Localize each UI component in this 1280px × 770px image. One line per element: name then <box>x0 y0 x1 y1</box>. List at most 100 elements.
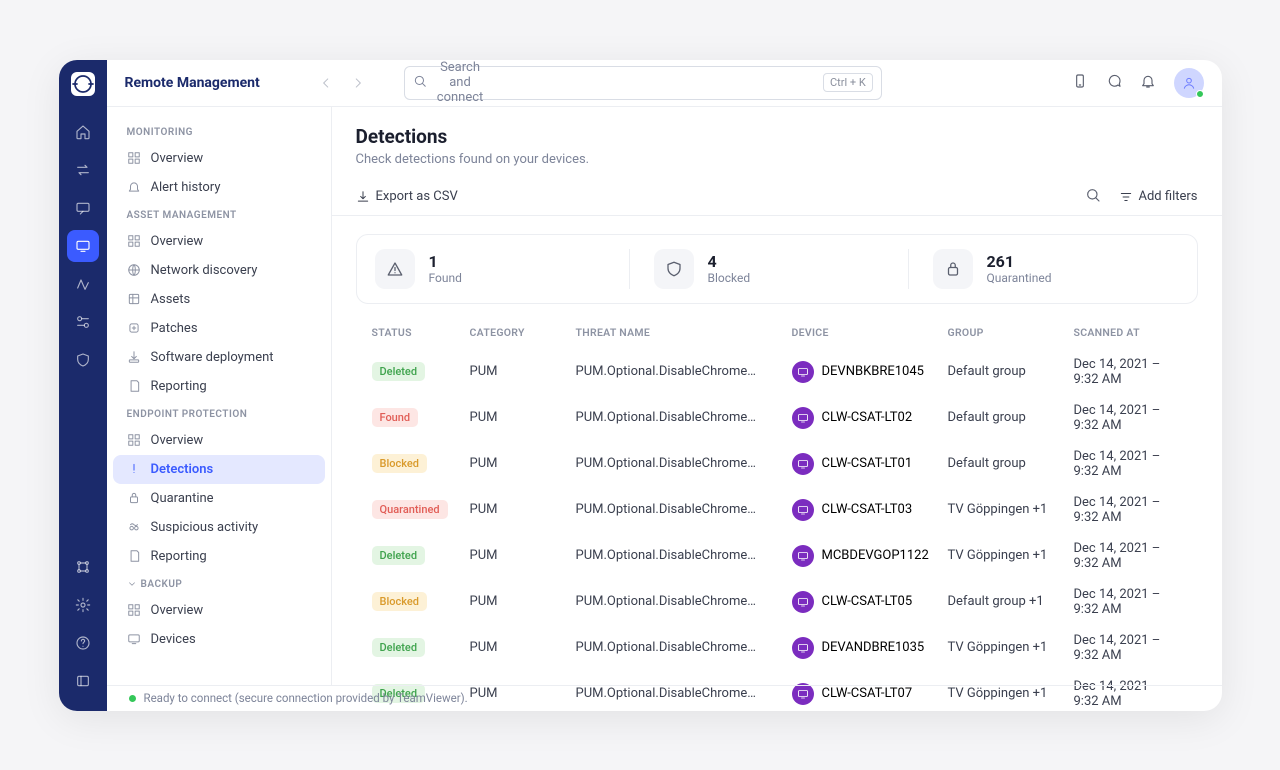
cell-device: CLW-CSAT-LT03 <box>792 499 942 521</box>
stat-icon <box>654 249 694 289</box>
device-icon <box>792 453 814 475</box>
sidebar-item-overview[interactable]: Overview <box>113 426 325 455</box>
search-kbd: Ctrl + K <box>823 73 873 92</box>
table-row[interactable]: QuarantinedPUMPUM.Optional.DisableChrome… <box>356 487 1198 533</box>
sidebar-item-assets[interactable]: Assets <box>113 285 325 314</box>
cell-threat: PUM.Optional.DisableChrome… <box>576 456 786 471</box>
table-row[interactable]: FoundPUMPUM.Optional.DisableChrome…CLW-C… <box>356 395 1198 441</box>
cell-category: PUM <box>470 456 570 471</box>
device-icon[interactable] <box>1072 73 1088 93</box>
sidebar-item-quarantine[interactable]: Quarantine <box>113 484 325 513</box>
table-row[interactable]: Deleted PUM PUM.Optional.DisableChrome… DEV… <box>356 625 1198 671</box>
nav-rail <box>59 60 107 711</box>
search-input[interactable]: Search and connect Ctrl + K <box>404 66 882 100</box>
table-row[interactable]: DeletedPUMPUM.Optional.DisableChrome…DEV… <box>356 349 1198 395</box>
cell-category: PUM <box>470 640 570 655</box>
device-icon <box>792 637 814 659</box>
notifications-icon[interactable] <box>1140 73 1156 93</box>
rail-automation[interactable] <box>67 306 99 338</box>
sidebar-item-icon <box>127 151 141 165</box>
user-avatar[interactable] <box>1174 68 1204 98</box>
main-body: Remote Management Search and connect Ctr… <box>107 60 1222 711</box>
cell-threat: PUM.Optional.DisableChrome… <box>576 640 786 655</box>
column-header[interactable]: THREAT NAME <box>576 326 786 339</box>
sidebar-item-overview[interactable]: Overview <box>113 227 325 256</box>
nav-back[interactable] <box>314 71 338 95</box>
rail-chat[interactable] <box>67 192 99 224</box>
sidebar-item-icon <box>127 180 141 194</box>
nav-forward[interactable] <box>346 71 370 95</box>
sidebar-item-icon <box>127 491 141 505</box>
rail-workflow[interactable] <box>67 268 99 300</box>
rail-integrations[interactable] <box>67 551 99 583</box>
status-badge: Found <box>372 408 419 427</box>
status-badge: Blocked <box>372 592 427 611</box>
sidebar-item-patches[interactable]: Patches <box>113 314 325 343</box>
rail-remote-mgmt[interactable] <box>67 230 99 262</box>
sidebar-item-network-discovery[interactable]: Network discovery <box>113 256 325 285</box>
sidebar-item-alert-history[interactable]: Alert history <box>113 173 325 202</box>
column-header[interactable]: DEVICE <box>792 326 942 339</box>
sidebar-item-icon <box>127 350 141 364</box>
sidebar-item-overview[interactable]: Overview <box>113 596 325 625</box>
cell-scanned: Dec 14, 2021 – 9:32 AM <box>1074 403 1182 433</box>
sidebar-item-devices[interactable]: Devices <box>113 625 325 654</box>
cell-device: CLW-CSAT-LT05 <box>792 591 942 613</box>
sidebar-item-icon <box>127 234 141 248</box>
sidebar-item-overview[interactable]: Overview <box>113 144 325 173</box>
cell-device: DEVANDBRE1035 <box>792 637 942 659</box>
sidebar-item-suspicious-activity[interactable]: Suspicious activity <box>113 513 325 542</box>
rail-help[interactable] <box>67 627 99 659</box>
sidebar-item-label: Overview <box>151 603 204 618</box>
sidebar-item-reporting[interactable]: Reporting <box>113 372 325 401</box>
sidebar-item-label: Assets <box>151 292 191 307</box>
stat-label: Found <box>429 271 462 285</box>
cell-scanned: Dec 14, 2021 –9:32 AM <box>1074 495 1182 525</box>
rail-home[interactable] <box>67 116 99 148</box>
device-icon <box>792 591 814 613</box>
main-panel: Detections Check detections found on you… <box>332 107 1222 685</box>
sidebar-item-label: Overview <box>151 234 204 249</box>
search-table-icon[interactable] <box>1085 187 1101 207</box>
device-icon <box>792 499 814 521</box>
messages-icon[interactable] <box>1106 73 1122 93</box>
export-csv-button[interactable]: Export as CSV <box>356 189 458 204</box>
sidebar-item-icon <box>127 462 141 476</box>
stat-value: 1 <box>429 252 462 271</box>
stat-icon <box>375 249 415 289</box>
cell-category: PUM <box>470 594 570 609</box>
table-row[interactable]: BlockedPUMPUM.Optional.DisableChrome…CLW… <box>356 441 1198 487</box>
cell-threat: PUM.Optional.DisableChrome… <box>576 364 786 379</box>
sidebar-item-label: Patches <box>151 321 198 336</box>
sidebar-item-icon <box>127 379 141 393</box>
stat-value: 4 <box>708 252 751 271</box>
sidebar-item-icon <box>127 292 141 306</box>
status-badge: Deleted <box>372 638 426 657</box>
rail-settings[interactable] <box>67 589 99 621</box>
rail-collapse[interactable] <box>67 665 99 697</box>
cell-group: Default group <box>948 456 1068 471</box>
sidebar-item-software-deployment[interactable]: Software deployment <box>113 343 325 372</box>
cell-threat: PUM.Optional.DisableChrome… <box>576 502 786 517</box>
cell-group: TV Göppingen +1 <box>948 640 1068 655</box>
cell-category: PUM <box>470 548 570 563</box>
column-header[interactable]: CATEGORY <box>470 326 570 339</box>
column-header[interactable]: STATUS <box>372 326 464 339</box>
column-header[interactable]: SCANNED AT <box>1074 326 1182 339</box>
app-logo[interactable] <box>71 72 95 96</box>
table-row[interactable]: BlockedPUMPUM.Optional.DisableChrome…CLW… <box>356 579 1198 625</box>
sidebar-item-detections[interactable]: Detections <box>113 455 325 484</box>
cell-scanned: Dec 14, 2021 – 9:32 AM <box>1074 587 1182 617</box>
stat-card: 261Quarantined <box>908 249 1179 289</box>
table-row[interactable]: DeletedPUMPUM.Optional.DisableChrome…MCB… <box>356 533 1198 579</box>
cell-device: MCBDEVGOP1122 <box>792 545 942 567</box>
sidebar-section-label[interactable]: BACKUP <box>113 571 325 596</box>
column-header[interactable]: GROUP <box>948 326 1068 339</box>
sidebar-item-label: Overview <box>151 151 204 166</box>
rail-transfer[interactable] <box>67 154 99 186</box>
rail-security[interactable] <box>67 344 99 376</box>
add-filters-button[interactable]: Add filters <box>1119 189 1198 204</box>
table-header: STATUS CATEGORY THREAT NAME DEVICE GROUP SCAN… <box>356 316 1198 349</box>
app-title: Remote Management <box>125 75 260 91</box>
sidebar-item-reporting[interactable]: Reporting <box>113 542 325 571</box>
